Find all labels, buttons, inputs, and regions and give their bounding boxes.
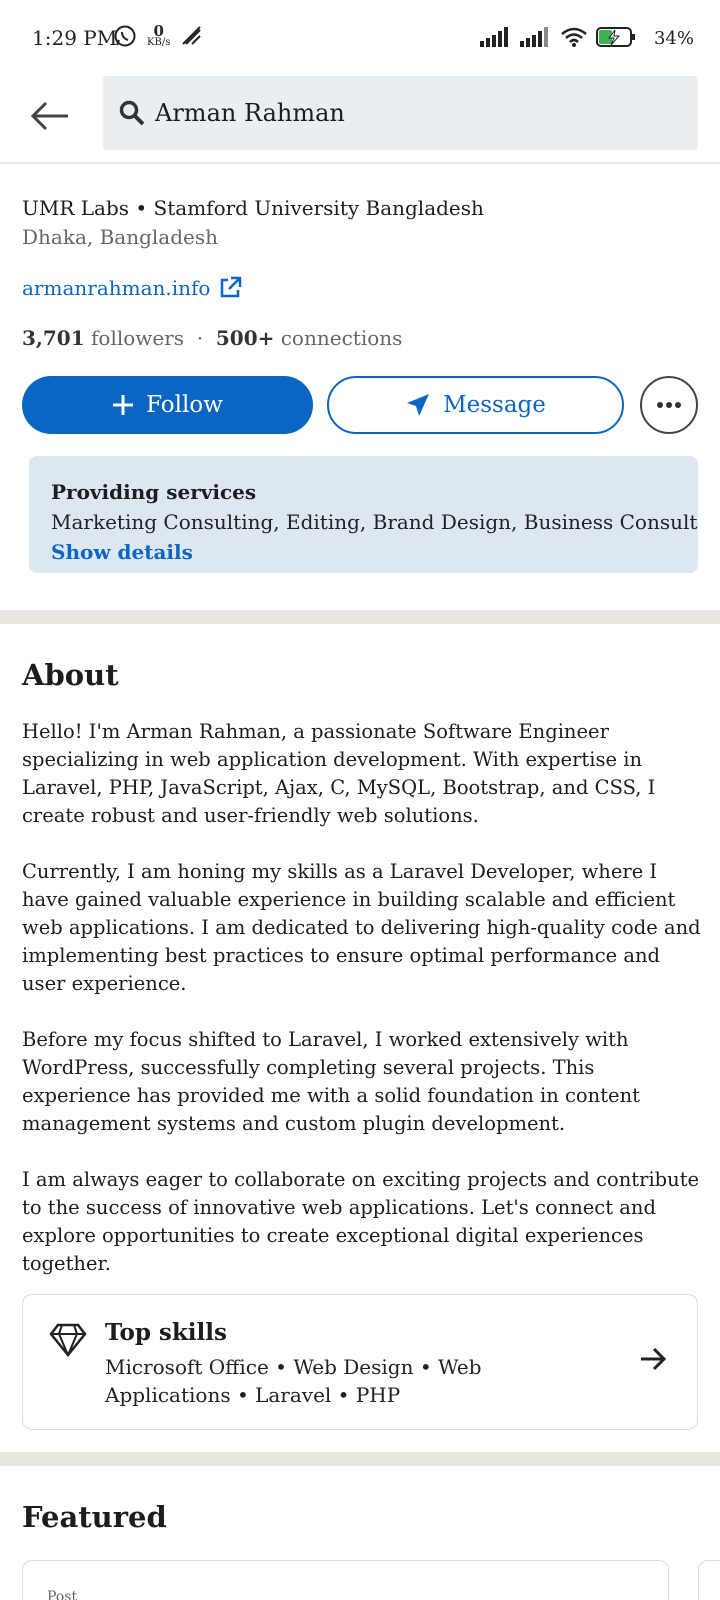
profile-company: UMR Labs • Stamford University Banglades… xyxy=(22,196,484,220)
message-button[interactable]: Message xyxy=(327,376,624,434)
providing-services-card[interactable]: Providing services Marketing Consulting,… xyxy=(29,456,698,573)
connections-label: connections xyxy=(280,326,403,350)
plus-icon xyxy=(113,395,134,415)
website-text: armanrahman.info xyxy=(22,276,211,300)
follow-button[interactable]: Follow xyxy=(22,376,313,434)
search-header: Arman Rahman xyxy=(0,76,720,164)
section-divider xyxy=(0,1452,720,1466)
featured-title: Featured xyxy=(22,1500,167,1534)
top-skills-list: Microsoft Office • Web Design • Web Appl… xyxy=(105,1355,482,1407)
about-paragraph: Before my focus shifted to Laravel, I wo… xyxy=(22,1028,640,1135)
back-button[interactable] xyxy=(28,96,72,136)
search-query: Arman Rahman xyxy=(155,99,345,127)
featured-card-label: Post xyxy=(47,1589,78,1600)
status-icons-left: 0 KB/s xyxy=(113,24,204,48)
about-title: About xyxy=(22,658,119,692)
message-label: Message xyxy=(443,392,546,418)
wifi-icon xyxy=(561,27,587,47)
profile-website-link[interactable]: armanrahman.info xyxy=(22,276,242,300)
signal-icon-2 xyxy=(520,27,548,47)
whatsapp-icon xyxy=(114,25,136,47)
battery-icon xyxy=(596,27,635,47)
connections-count: 500+ xyxy=(215,326,275,350)
services-list: Marketing Consulting, Editing, Brand Des… xyxy=(51,510,698,534)
network-speed-value: 0 xyxy=(153,22,164,40)
arrow-left-icon xyxy=(30,101,68,131)
show-details-link[interactable]: Show details xyxy=(51,540,676,564)
network-speed-unit: KB/s xyxy=(147,37,171,48)
featured-card[interactable] xyxy=(698,1560,720,1600)
data-saver-icon xyxy=(182,26,202,45)
more-options-button[interactable] xyxy=(640,376,698,434)
battery-percent: 34% xyxy=(653,28,694,49)
about-paragraph: Currently, I am honing my skills as a La… xyxy=(22,860,701,995)
status-bar: 1:29 PM 0 KB/s 34% xyxy=(0,0,720,78)
about-paragraph: I am always eager to collaborate on exci… xyxy=(22,1168,700,1275)
profile-location: Dhaka, Bangladesh xyxy=(22,225,219,249)
profile-stats: 3,701 followers · 500+ connections xyxy=(22,326,402,350)
about-body: Hello! I'm Arman Rahman, a passionate So… xyxy=(22,718,702,1306)
followers-count: 3,701 xyxy=(22,326,85,350)
search-icon xyxy=(119,100,145,126)
more-horizontal-icon xyxy=(657,402,681,408)
followers-label: followers xyxy=(91,326,185,350)
section-divider xyxy=(0,610,720,624)
status-time: 1:29 PM xyxy=(32,26,118,50)
search-input[interactable]: Arman Rahman xyxy=(103,76,698,150)
about-paragraph: Hello! I'm Arman Rahman, a passionate So… xyxy=(22,720,656,827)
top-skills-card[interactable]: Top skills Microsoft Office • Web Design… xyxy=(22,1294,698,1430)
external-link-icon xyxy=(221,276,242,298)
diamond-icon xyxy=(49,1323,87,1361)
stats-separator: · xyxy=(190,326,210,350)
services-title: Providing services xyxy=(51,480,257,504)
top-skills-title: Top skills xyxy=(105,1319,227,1346)
send-icon xyxy=(407,394,430,416)
network-speed: 0 KB/s xyxy=(147,24,170,48)
featured-card[interactable]: Post xyxy=(22,1560,669,1600)
follow-label: Follow xyxy=(146,392,223,418)
status-icons-right xyxy=(480,26,674,48)
arrow-right-icon xyxy=(639,1347,667,1375)
signal-icon-1 xyxy=(480,27,508,47)
